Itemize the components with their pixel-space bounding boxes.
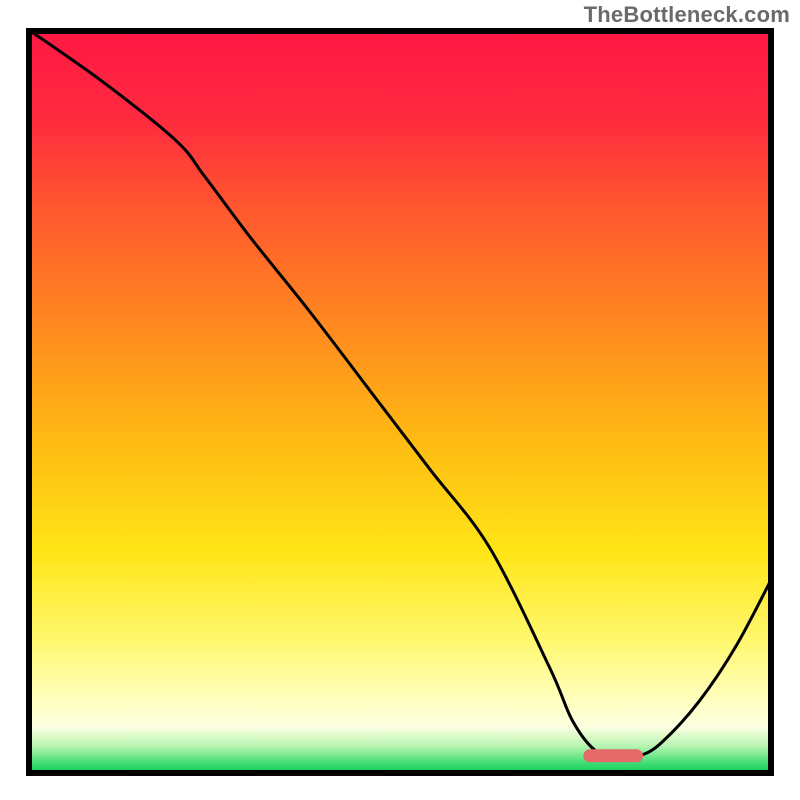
optimal-range-marker (583, 749, 643, 762)
plot-background (26, 28, 774, 776)
bottleneck-chart (0, 0, 800, 800)
watermark-text: TheBottleneck.com (584, 2, 790, 28)
chart-container: TheBottleneck.com (0, 0, 800, 800)
